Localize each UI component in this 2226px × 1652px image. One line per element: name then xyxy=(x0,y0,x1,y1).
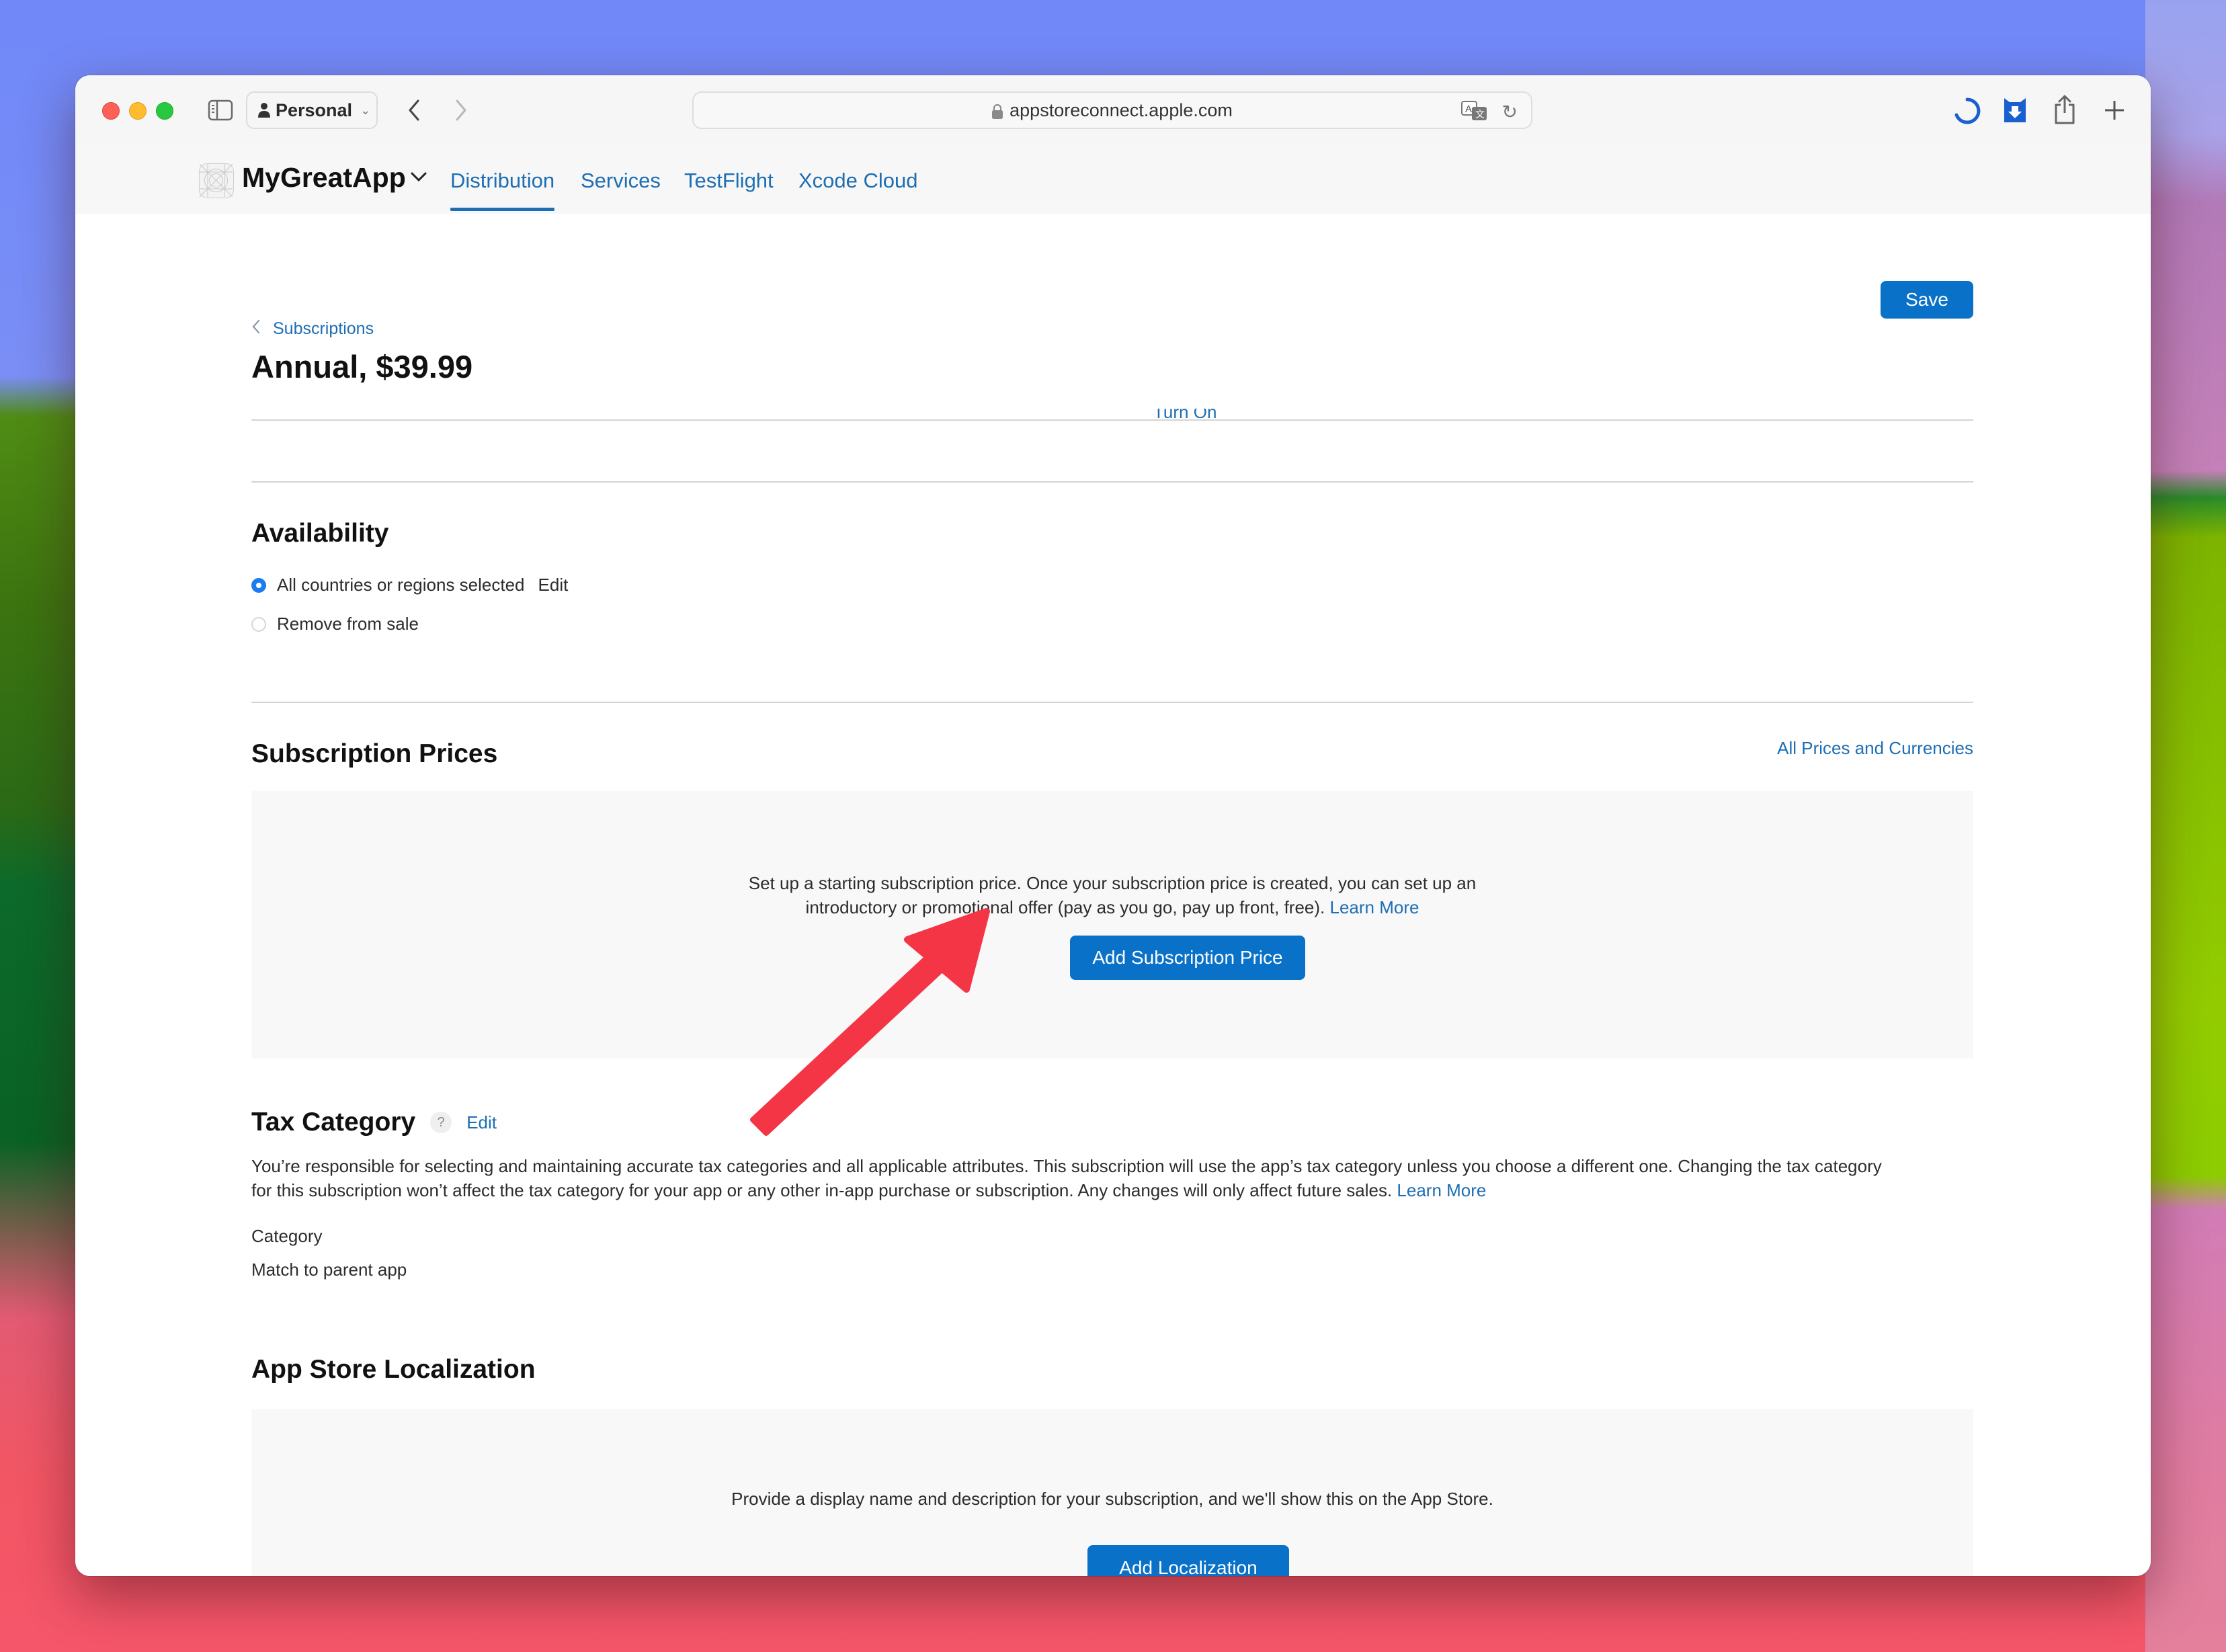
subscription-price-empty-state: Set up a starting subscription price. On… xyxy=(251,791,1973,1059)
subscription-price-description: Set up a starting subscription price. On… xyxy=(748,873,1477,893)
svg-text:A: A xyxy=(1465,104,1472,115)
browser-toolbar: Personal ⌄ appstoreconnect.apple.com A文 … xyxy=(75,75,2151,147)
radio-label: Remove from sale xyxy=(277,614,419,634)
app-icon xyxy=(199,163,234,198)
turn-on-link[interactable]: Turn On xyxy=(1153,409,1217,418)
availability-heading: Availability xyxy=(251,519,389,548)
all-prices-and-currencies-link[interactable]: All Prices and Currencies xyxy=(1777,738,1973,759)
tab-distribution[interactable]: Distribution xyxy=(450,169,555,211)
category-label: Category xyxy=(251,1226,323,1246)
add-subscription-price-button[interactable]: Add Subscription Price xyxy=(1070,936,1305,980)
divider xyxy=(251,419,1973,421)
loading-spinner-icon xyxy=(1952,95,1983,126)
availability-option-remove[interactable]: Remove from sale xyxy=(251,614,419,634)
availability-edit-link[interactable]: Edit xyxy=(538,575,569,595)
zoom-window-button[interactable] xyxy=(156,102,173,120)
svg-text:文: 文 xyxy=(1475,109,1485,120)
minimize-window-button[interactable] xyxy=(129,102,147,120)
app-switcher-chevron-icon[interactable] xyxy=(410,166,427,188)
profile-selector[interactable]: Personal ⌄ xyxy=(246,91,378,129)
share-icon[interactable] xyxy=(2051,93,2078,126)
localization-heading: App Store Localization xyxy=(251,1355,536,1384)
subscription-price-description-2: introductory or promotional offer (pay a… xyxy=(251,897,1973,918)
page-content: Subscriptions Annual, $39.99 Save Turn O… xyxy=(75,214,2151,1576)
tab-testflight[interactable]: TestFlight xyxy=(684,169,774,193)
tax-category-description: You’re responsible for selecting and mai… xyxy=(251,1156,1882,1176)
description-text: introductory or promotional offer (pay a… xyxy=(805,897,1325,917)
save-button[interactable]: Save xyxy=(1881,281,1973,319)
person-icon xyxy=(258,103,270,118)
divider xyxy=(251,702,1973,703)
new-tab-icon[interactable] xyxy=(2100,95,2129,125)
add-localization-button[interactable]: Add Localization xyxy=(1087,1545,1289,1576)
lock-icon xyxy=(992,103,1003,119)
description-text: for this subscription won’t affect the t… xyxy=(251,1180,1393,1200)
app-header: MyGreatApp Distribution Services TestFli… xyxy=(75,146,2151,214)
breadcrumb-subscriptions-link[interactable]: Subscriptions xyxy=(273,319,374,339)
radio-remove-from-sale[interactable] xyxy=(251,616,266,632)
page-title: Annual, $39.99 xyxy=(251,349,473,384)
localization-description: Provide a display name and description f… xyxy=(731,1489,1493,1509)
back-button[interactable] xyxy=(399,95,429,125)
tax-category-description-2: for this subscription won’t affect the t… xyxy=(251,1180,1979,1201)
tax-category-header: Tax Category ? Edit xyxy=(251,1108,497,1137)
desktop-wallpaper xyxy=(2145,0,2226,1652)
sidebar-toggle-icon[interactable] xyxy=(207,99,234,121)
radio-label: All countries or regions selected xyxy=(277,575,525,595)
browser-window: Personal ⌄ appstoreconnect.apple.com A文 … xyxy=(75,75,2151,1576)
tax-category-heading: Tax Category xyxy=(251,1108,416,1137)
tab-xcode-cloud[interactable]: Xcode Cloud xyxy=(798,169,918,193)
profile-label: Personal xyxy=(276,99,353,120)
tab-services[interactable]: Services xyxy=(581,169,661,193)
chevron-down-icon: ⌄ xyxy=(360,103,371,117)
url-text: appstoreconnect.apple.com xyxy=(1009,99,1233,120)
divider xyxy=(251,481,1973,483)
download-extension-icon[interactable] xyxy=(2002,95,2028,125)
subscription-prices-heading: Subscription Prices xyxy=(251,739,498,768)
forward-button[interactable] xyxy=(446,95,476,125)
address-bar[interactable]: appstoreconnect.apple.com A文 ↻ xyxy=(692,91,1532,129)
learn-more-link[interactable]: Learn More xyxy=(1397,1180,1486,1200)
radio-all-countries[interactable] xyxy=(251,577,266,593)
app-name[interactable]: MyGreatApp xyxy=(242,162,406,194)
breadcrumb[interactable]: Subscriptions xyxy=(251,319,374,339)
close-window-button[interactable] xyxy=(102,102,120,120)
help-icon[interactable]: ? xyxy=(430,1112,452,1133)
tax-category-edit-link[interactable]: Edit xyxy=(466,1112,497,1133)
category-value: Match to parent app xyxy=(251,1259,407,1280)
localization-empty-state: Provide a display name and description f… xyxy=(251,1409,1973,1576)
learn-more-link[interactable]: Learn More xyxy=(1329,897,1419,917)
translate-icon[interactable]: A文 xyxy=(1461,101,1488,126)
chevron-left-icon xyxy=(251,319,261,339)
reload-icon[interactable]: ↻ xyxy=(1502,101,1518,123)
availability-option-all[interactable]: All countries or regions selected Edit xyxy=(251,575,568,595)
